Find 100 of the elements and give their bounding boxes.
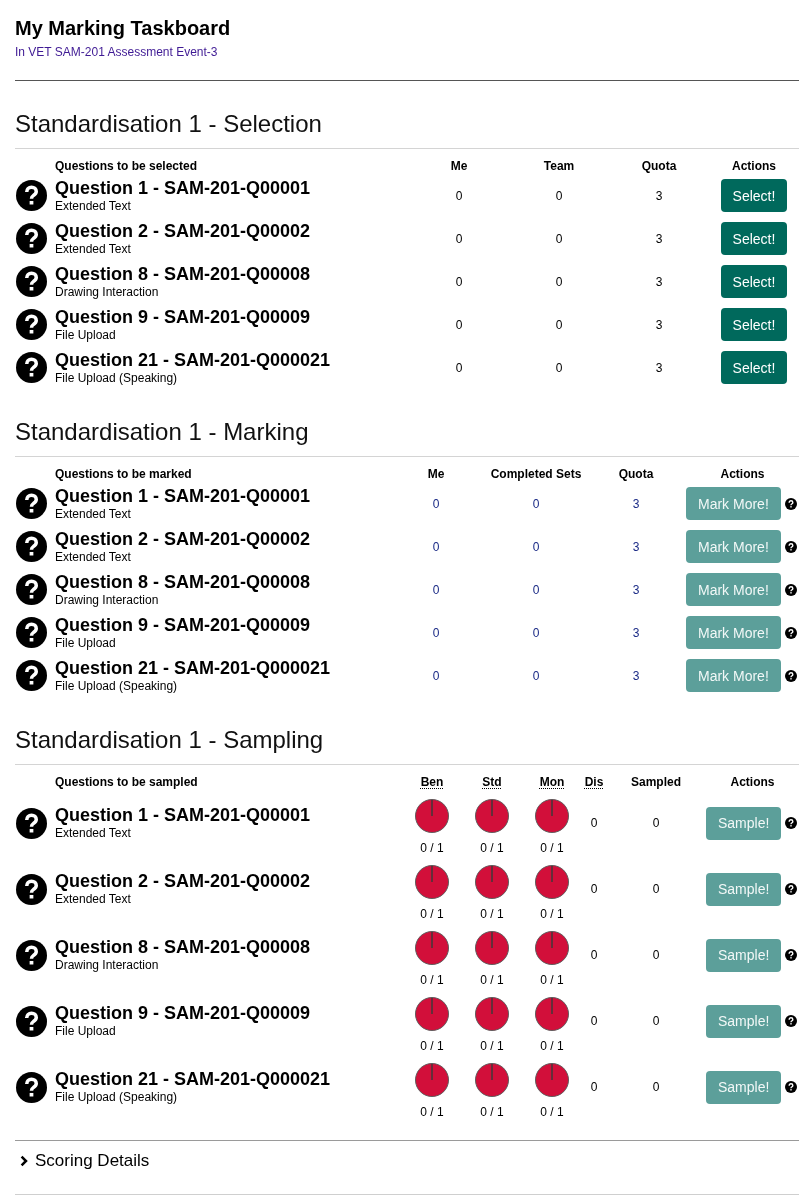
help-icon <box>784 626 797 639</box>
table-cell: 0 <box>532 668 540 683</box>
question-type: File Upload (Speaking) <box>55 370 178 385</box>
help-icon <box>785 1081 798 1093</box>
question-type: File Upload <box>55 635 116 650</box>
select-button[interactable]: Select! <box>720 351 788 384</box>
select-button[interactable]: Select! <box>720 179 788 212</box>
question-icon <box>16 531 47 562</box>
table-cell: 3 <box>632 625 640 640</box>
column-header: Me <box>427 467 445 481</box>
table-cell: 0 <box>555 317 563 332</box>
question-type: Extended Text <box>55 549 131 564</box>
table-cell: 0 <box>455 317 463 332</box>
table-cell: 0 <box>455 231 463 246</box>
column-header: Dis <box>584 775 604 789</box>
column-header: Me <box>450 159 468 173</box>
pie-chart-icon <box>535 865 569 899</box>
column-header: Actions <box>730 775 775 789</box>
dial-reading: 0 / 1 <box>480 1039 504 1053</box>
select-button[interactable]: Select! <box>720 222 788 255</box>
question-type: File Upload (Speaking) <box>55 678 178 693</box>
question-icon <box>16 223 47 254</box>
question-icon <box>16 1071 47 1103</box>
question-type: Extended Text <box>55 198 131 213</box>
question-type: Drawing Interaction <box>55 284 159 299</box>
table-cell: 0 <box>652 816 660 830</box>
dial-reading: 0 / 1 <box>540 1105 564 1119</box>
question-icon <box>16 939 47 971</box>
question-type: Extended Text <box>55 892 131 906</box>
help-icon <box>785 817 798 829</box>
dial-reading: 0 / 1 <box>540 973 564 987</box>
dial-reading: 0 / 1 <box>480 1105 504 1119</box>
help-icon <box>784 497 797 510</box>
table-cell: 0 <box>652 1080 660 1094</box>
question-icon <box>16 488 47 519</box>
table-cell: 3 <box>655 188 663 203</box>
column-header: Std <box>482 775 502 789</box>
question-icon <box>16 617 47 648</box>
question-type: Extended Text <box>55 241 131 256</box>
pie-chart-icon <box>535 1063 569 1097</box>
dial-reading: 0 / 1 <box>420 973 444 987</box>
question-title: Question 21 - SAM-201-Q000021 <box>55 350 331 370</box>
question-icon <box>16 266 47 297</box>
question-icon <box>16 660 47 691</box>
table-cell: 0 <box>455 274 463 289</box>
question-title: Question 2 - SAM-201-Q00002 <box>55 221 311 241</box>
dial-reading: 0 / 1 <box>420 841 444 855</box>
table-cell: 0 <box>532 582 540 597</box>
section-heading: Standardisation 1 - Marking <box>15 418 309 446</box>
question-title: Question 2 - SAM-201-Q00002 <box>55 529 311 549</box>
question-title: Question 8 - SAM-201-Q00008 <box>55 938 311 957</box>
table-cell: 0 <box>652 882 660 896</box>
column-header: Questions to be marked <box>55 467 192 481</box>
dial-reading: 0 / 1 <box>420 907 444 921</box>
table-cell: 0 <box>652 948 660 962</box>
pie-chart-icon <box>535 931 569 965</box>
table-cell: 0 <box>555 274 563 289</box>
pie-chart-icon <box>415 865 449 899</box>
table-cell: 0 <box>590 1080 598 1094</box>
question-title: Question 8 - SAM-201-Q00008 <box>55 572 311 592</box>
select-button[interactable]: Select! <box>720 308 788 341</box>
table-cell: 3 <box>632 539 640 554</box>
column-header: Sampled <box>631 775 681 789</box>
dial-reading: 0 / 1 <box>420 1105 444 1119</box>
question-type: Drawing Interaction <box>55 592 159 607</box>
question-type: Drawing Interaction <box>55 958 159 972</box>
table-cell: 0 <box>432 582 440 597</box>
section-heading: Standardisation 1 - Selection <box>15 110 322 138</box>
question-icon <box>16 873 47 905</box>
select-button[interactable]: Select! <box>720 265 788 298</box>
table-cell: 3 <box>655 317 663 332</box>
table-cell: 0 <box>532 539 540 554</box>
table-cell: 3 <box>632 496 640 511</box>
table-cell: 0 <box>455 188 463 203</box>
dial-reading: 0 / 1 <box>540 1039 564 1053</box>
table-cell: 0 <box>555 231 563 246</box>
section-heading: Standardisation 1 - Sampling <box>15 726 324 754</box>
question-icon <box>16 309 47 340</box>
question-type: File Upload <box>55 1024 116 1038</box>
help-icon <box>784 669 797 682</box>
pie-chart-icon <box>475 799 509 833</box>
table-cell: 0 <box>455 360 463 375</box>
dial-reading: 0 / 1 <box>480 841 504 855</box>
column-header: Completed Sets <box>490 467 582 481</box>
scoring-details-toggle[interactable]: Scoring Details <box>15 1151 150 1171</box>
column-header: Ben <box>420 775 444 789</box>
question-icon <box>16 352 47 383</box>
question-type: Extended Text <box>55 826 131 840</box>
event-link[interactable]: In VET SAM-201 Assessment Event-3 <box>15 45 218 59</box>
column-header: Mon <box>539 775 565 789</box>
dial-reading: 0 / 1 <box>480 907 504 921</box>
column-header: Actions <box>732 159 776 173</box>
pie-chart-icon <box>415 1063 449 1097</box>
table-cell: 3 <box>632 582 640 597</box>
table-cell: 0 <box>532 625 540 640</box>
table-cell: 3 <box>655 360 663 375</box>
column-header: Questions to be selected <box>55 159 198 173</box>
pie-chart-icon <box>415 997 449 1031</box>
dial-reading: 0 / 1 <box>540 841 564 855</box>
question-icon <box>16 1005 47 1037</box>
